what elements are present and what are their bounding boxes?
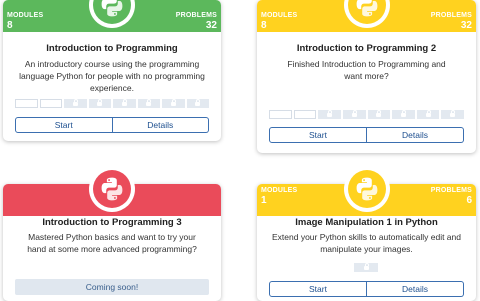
lock-icon	[450, 110, 456, 117]
details-button[interactable]: Details	[112, 117, 209, 133]
details-button[interactable]: Details	[367, 127, 464, 143]
lock-icon	[170, 99, 176, 106]
lock-icon	[363, 263, 369, 270]
modules-count: 8	[7, 20, 13, 31]
start-button[interactable]: Start	[269, 127, 367, 143]
card-actions: Start Details	[15, 117, 209, 133]
module-segment-locked	[113, 99, 136, 108]
module-segment	[39, 99, 62, 108]
lock-icon	[97, 99, 103, 106]
modules-label: MODULES	[261, 12, 298, 19]
problems-count: 32	[205, 20, 217, 31]
course-badge	[89, 166, 135, 212]
details-button[interactable]: Details	[367, 281, 464, 297]
modules-count: 8	[261, 20, 267, 31]
card-actions: Start Details	[269, 127, 464, 143]
lock-icon	[400, 110, 406, 117]
course-card-intro-programming-2: MODULES 8 PROBLEMS 32 Introduction to Pr…	[257, 0, 476, 153]
problems-label: PROBLEMS	[175, 12, 217, 19]
module-segment-locked	[392, 110, 415, 119]
course-description: An introductory course using the program…	[19, 59, 205, 93]
module-progress	[269, 110, 464, 119]
module-segment	[293, 110, 317, 119]
python-logo-icon	[99, 176, 125, 202]
lock-icon	[195, 99, 201, 106]
course-description: Finished Introduction to Programming and…	[287, 59, 446, 81]
module-progress	[15, 99, 209, 108]
module-segment-locked	[367, 110, 391, 119]
course-title: Image Manipulation 1 in Python	[295, 217, 438, 228]
module-segment	[269, 110, 292, 119]
module-segment-locked	[354, 263, 378, 272]
problems-count: 6	[466, 195, 472, 206]
lock-icon	[72, 99, 78, 106]
course-title: Introduction to Programming	[46, 43, 178, 54]
module-segment-locked	[137, 99, 160, 108]
lock-icon	[327, 110, 333, 117]
module-segment-locked	[441, 110, 464, 119]
course-card-intro-programming: MODULES 8 PROBLEMS 32 Introduction to Pr…	[3, 0, 221, 141]
modules-label: MODULES	[261, 187, 298, 194]
module-progress	[354, 263, 378, 272]
python-logo-icon	[354, 0, 380, 18]
course-description: Mastered Python basics and want to try y…	[27, 232, 197, 254]
lock-icon	[146, 99, 152, 106]
module-segment-locked	[342, 110, 366, 119]
lock-icon	[351, 110, 357, 117]
problems-label: PROBLEMS	[430, 12, 472, 19]
modules-count: 1	[261, 195, 267, 206]
module-segment-locked	[186, 99, 209, 108]
problems-label: PROBLEMS	[430, 187, 472, 194]
python-logo-icon	[99, 0, 125, 18]
module-segment-locked	[318, 110, 341, 119]
coming-soon-status: Coming soon!	[15, 279, 209, 295]
start-button[interactable]: Start	[269, 281, 367, 297]
module-segment	[15, 99, 38, 108]
lock-icon	[425, 110, 431, 117]
start-button[interactable]: Start	[15, 117, 113, 133]
course-badge	[343, 166, 390, 212]
card-actions: Start Details	[269, 281, 464, 297]
modules-label: MODULES	[7, 12, 44, 19]
problems-count: 32	[460, 20, 472, 31]
lock-icon	[121, 99, 127, 106]
module-segment-locked	[416, 110, 440, 119]
course-title: Introduction to Programming 2	[296, 43, 437, 54]
lock-icon	[376, 110, 382, 117]
module-segment-locked	[88, 99, 111, 108]
course-description: Extend your Python skills to automatical…	[272, 232, 461, 254]
course-card-intro-programming-3: Introduction to Programming 3 Mastered P…	[3, 166, 221, 301]
course-title: Introduction to Programming 3	[42, 217, 182, 228]
course-card-image-manipulation: MODULES 1 PROBLEMS 6 Image Manipulation …	[257, 166, 476, 301]
module-segment-locked	[64, 99, 87, 108]
python-logo-icon	[354, 176, 380, 202]
module-segment-locked	[162, 99, 185, 108]
